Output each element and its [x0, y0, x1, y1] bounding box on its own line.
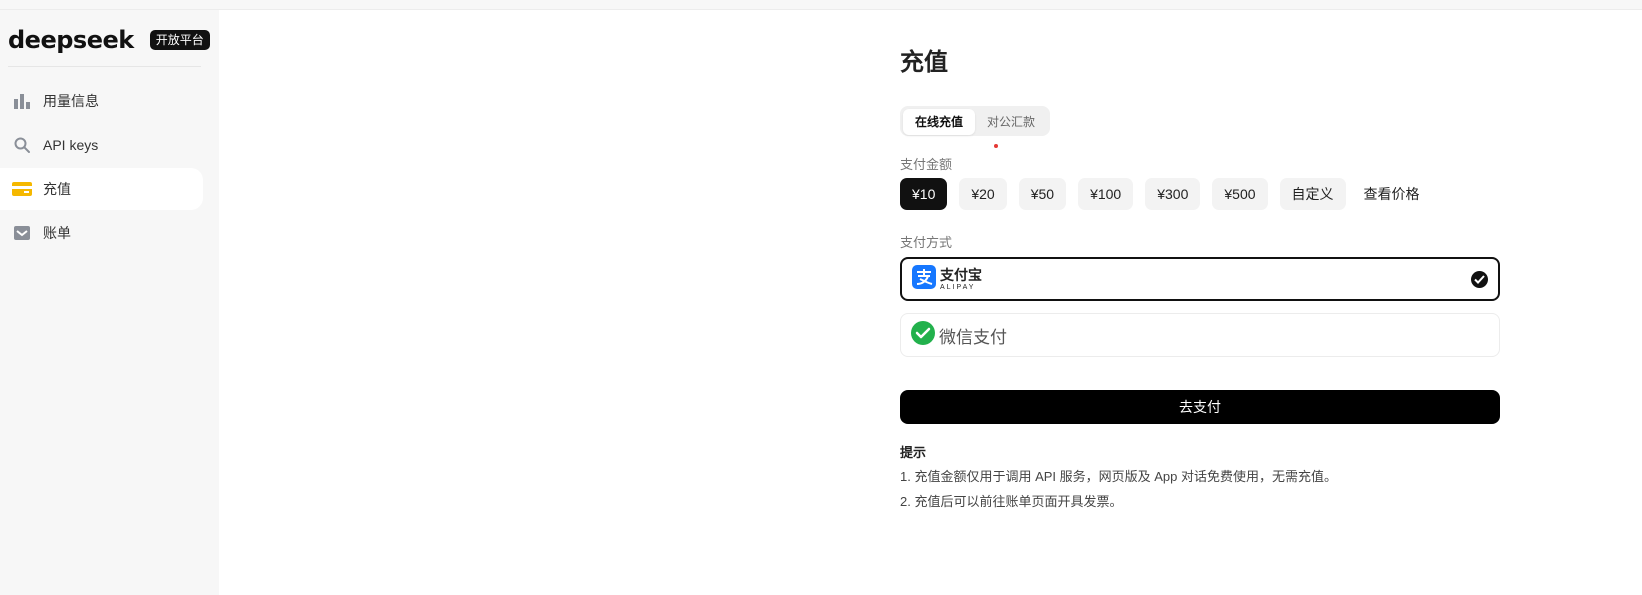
amount-option-100[interactable]: ¥100 [1078, 178, 1134, 210]
recharge-type-tabs: 在线充值 对公汇款 [900, 106, 1051, 136]
check-icon [1471, 271, 1488, 288]
amount-option-500[interactable]: ¥500 [1212, 178, 1268, 210]
sidebar-item-recharge[interactable]: 充值 [0, 168, 203, 210]
top-strip [0, 0, 1642, 10]
payment-option-alipay[interactable]: 支付宝 ALIPAY [900, 257, 1500, 301]
brand[interactable]: deepseek 开放平台 [8, 24, 210, 56]
sidebar-item-billing[interactable]: 账单 [0, 212, 203, 254]
bar-chart-icon [12, 91, 32, 111]
payment-option-wechat[interactable]: 微信支付 [900, 313, 1500, 357]
pay-button[interactable]: 去支付 [900, 390, 1500, 424]
inbox-icon [12, 223, 32, 243]
search-icon [12, 135, 32, 155]
tip-item: 1. 充值金额仅用于调用 API 服务，网页版及 App 对话免费使用，无需充值… [900, 469, 1337, 484]
divider [8, 66, 201, 67]
payment-method-label: 支付方式 [900, 235, 953, 250]
sidebar-item-label: 用量信息 [43, 93, 99, 109]
alipay-label: 支付宝 [940, 266, 982, 283]
sidebar-item-label: API keys [43, 137, 99, 153]
sidebar-item-label: 充值 [43, 181, 71, 197]
sidebar-item-api-keys[interactable]: API keys [0, 124, 203, 166]
tips-title: 提示 [900, 445, 927, 460]
view-pricing-link[interactable]: 查看价格 [1364, 184, 1420, 204]
tip-item: 2. 充值后可以前往账单页面开具发票。 [900, 494, 1123, 509]
tab-online-recharge[interactable]: 在线充值 [903, 109, 976, 135]
sidebar-item-usage[interactable]: 用量信息 [0, 80, 203, 122]
wechat-pay-label: 微信支付 [939, 327, 1007, 347]
sidebar-item-label: 账单 [43, 225, 71, 241]
amount-option-300[interactable]: ¥300 [1145, 178, 1201, 210]
notice-dot [994, 144, 998, 148]
tab-bank-transfer[interactable]: 对公汇款 [975, 109, 1047, 135]
credit-card-icon [12, 179, 32, 199]
amount-option-10[interactable]: ¥10 [900, 178, 948, 210]
page-title: 充值 [900, 49, 948, 76]
alipay-label-en: ALIPAY [940, 283, 976, 291]
brand-logo: deepseek [8, 26, 134, 54]
sidebar-nav: 用量信息 API keys 充值 账单 [0, 80, 219, 256]
brand-tag: 开放平台 [149, 30, 210, 50]
amount-label: 支付金额 [900, 157, 953, 172]
amount-option-20[interactable]: ¥20 [959, 178, 1007, 210]
wechat-pay-icon [911, 320, 935, 350]
alipay-wordmark: 支付宝 ALIPAY [940, 268, 982, 291]
alipay-icon [912, 264, 936, 294]
amount-option-50[interactable]: ¥50 [1018, 178, 1067, 210]
amount-option-custom[interactable]: 自定义 [1279, 178, 1346, 210]
sidebar: deepseek 开放平台 用量信息 API keys 充值 账单 [0, 10, 219, 595]
amount-options: ¥10 ¥20 ¥50 ¥100 ¥300 ¥500 自定义 查看价格 [900, 178, 1420, 210]
